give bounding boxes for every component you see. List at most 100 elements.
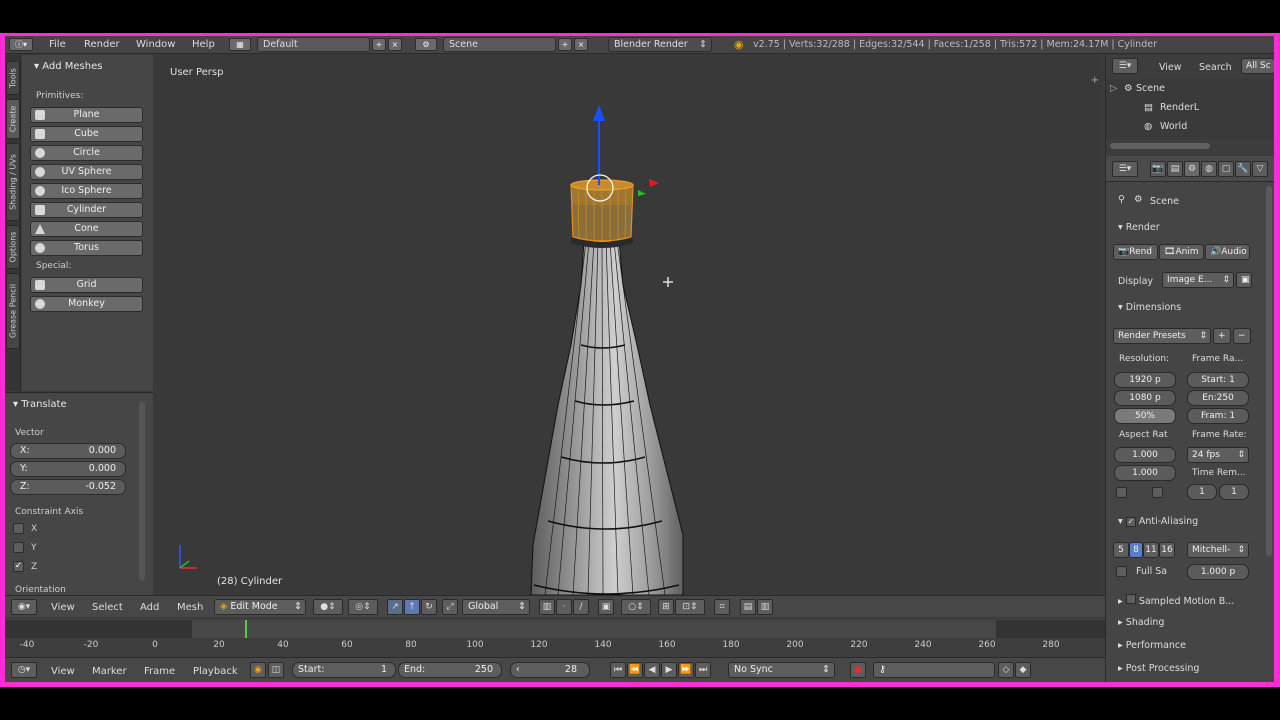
z-axis-arrow-icon[interactable] [593,105,605,121]
layout-remove-icon[interactable]: × [388,38,402,51]
border-checkbox[interactable] [1116,487,1127,498]
tab-shading-uvs[interactable]: Shading / UVs [6,143,20,221]
face-select-icon[interactable]: ▣ [598,599,614,615]
editor-type-icon[interactable]: ◷▾ [11,662,37,678]
layers-icon[interactable]: ▥ [539,599,555,615]
pin-icon[interactable]: ⚲ [1118,194,1125,205]
menu-frame[interactable]: Frame [144,666,175,677]
resolution-y-field[interactable]: 1080 p [1114,390,1176,406]
crop-checkbox[interactable] [1152,487,1163,498]
time-remap-old-field[interactable]: 1 [1187,484,1217,500]
end-frame-field[interactable]: End: 250 [398,662,502,678]
constraint-x-checkbox[interactable] [13,523,24,534]
opengl-anim-icon[interactable]: ▥ [757,599,773,615]
post-processing-panel-header[interactable]: ▸ Post Processing [1118,663,1199,674]
outliner-filter-select[interactable]: All Sc [1241,58,1274,74]
x-axis-arrow-icon[interactable] [649,179,659,187]
proportional-edit-icon[interactable]: ○⇕ [621,599,651,615]
add-meshes-header[interactable]: ▾ Add Meshes [34,61,102,72]
timeline-editor[interactable]: -40 -20 0 20 40 60 80 100 120 140 160 180 200 220 240 2… [5,617,1105,657]
vector-x-field[interactable]: X: 0.000 [10,443,126,459]
expand-icon[interactable]: ▷ [1110,83,1117,94]
render-still-button[interactable]: 📷Rend [1113,244,1158,260]
add-torus-button[interactable]: Torus [30,240,143,256]
outliner-item-renderlayers[interactable]: RenderL [1160,102,1199,113]
scene-remove-icon[interactable]: × [574,38,588,51]
sync-select[interactable]: No Sync ⇕ [728,662,835,678]
frame-step-field[interactable]: Fram: 1 [1187,408,1249,424]
aa-filter-select[interactable]: Mitchell- ⇕ [1187,542,1249,558]
full-sample-checkbox[interactable] [1116,566,1127,577]
world-tab-icon[interactable]: ◍ [1201,161,1217,177]
aspect-y-field[interactable]: 1.000 [1114,465,1176,481]
menu-mesh[interactable]: Mesh [177,602,203,613]
anti-aliasing-checkbox[interactable]: ✓ [1125,517,1136,527]
editor-type-icon[interactable]: ☰▾ [1112,161,1138,177]
insert-keyframe-icon[interactable]: ◇ [998,662,1014,678]
record-icon[interactable]: ● [850,662,866,678]
jump-end-icon[interactable]: ⏭ [695,662,711,678]
object-tab-icon[interactable]: ▢ [1218,161,1234,177]
editor-type-icon[interactable]: ⓘ▾ [9,38,33,51]
menu-playback[interactable]: Playback [193,666,238,677]
filter-size-field[interactable]: 1.000 p [1187,564,1249,580]
keying-set-field[interactable]: ⚷ [873,662,995,678]
render-engine-select[interactable]: Blender Render ⇕ [608,37,712,52]
next-keyframe-icon[interactable]: ⏩ [678,662,694,678]
scene-add-icon[interactable]: + [558,38,572,51]
menu-file[interactable]: File [49,39,66,50]
vector-z-field[interactable]: Z: -0.052 [10,479,126,495]
performance-panel-header[interactable]: ▸ Performance [1118,640,1186,651]
render-layers-tab-icon[interactable]: ▤ [1167,161,1183,177]
pivot-point-icon[interactable]: ◎⇕ [348,599,378,615]
outliner-item-world[interactable]: World [1160,121,1187,132]
opengl-render-icon[interactable]: ▤ [740,599,756,615]
mode-select[interactable]: ◈ Edit Mode ⇕ [214,599,306,615]
menu-select[interactable]: Select [92,602,123,613]
editor-type-icon[interactable]: ☰▾ [1112,58,1138,74]
snap-icon[interactable]: ⊞ [658,599,674,615]
menu-view[interactable]: View [51,666,75,677]
rotate-manipulator-icon[interactable]: ↻ [421,599,437,615]
render-audio-button[interactable]: 🔊Audio [1205,244,1250,260]
frame-rate-select[interactable]: 24 fps ⇕ [1187,447,1249,463]
dimensions-panel-header[interactable]: ▾ Dimensions [1118,302,1181,313]
current-frame-field[interactable]: ‹ 28 [510,662,590,678]
scene-field[interactable]: Scene [443,37,556,52]
jump-start-icon[interactable]: ⏮ [610,662,626,678]
translate-header[interactable]: ▾ Translate [13,399,67,410]
3d-viewport[interactable]: User Persp (28) Cylinder + [153,55,1101,595]
display-select[interactable]: Image E... ⇕ [1162,272,1234,288]
manipulator-toggle-icon[interactable]: ↗ [387,599,403,615]
aspect-x-field[interactable]: 1.000 [1114,447,1176,463]
render-panel-header[interactable]: ▾ Render [1118,222,1160,233]
aa-samples-5-button[interactable]: 5 [1113,542,1129,558]
render-animation-button[interactable]: 🎞Anim [1159,244,1204,260]
shading-panel-header[interactable]: ▸ Shading [1118,617,1164,628]
modifiers-tab-icon[interactable]: 🔧 [1235,161,1251,177]
add-cube-button[interactable]: Cube [30,126,143,142]
tab-options[interactable]: Options [6,225,20,269]
menu-view[interactable]: View [51,602,75,613]
resolution-percentage-field[interactable]: 50% [1114,408,1176,424]
outliner-menu-search[interactable]: Search [1199,62,1232,73]
keyframe-icon[interactable]: ◉ [250,662,266,678]
preset-add-icon[interactable]: + [1213,328,1231,344]
add-cone-button[interactable]: Cone [30,221,143,237]
vector-y-field[interactable]: Y: 0.000 [10,461,126,477]
outliner-menu-view[interactable]: View [1159,62,1182,73]
add-uv-sphere-button[interactable]: UV Sphere [30,164,143,180]
operator-scrollbar[interactable] [139,401,145,581]
resolution-x-field[interactable]: 1920 p [1114,372,1176,388]
anti-aliasing-panel-header[interactable]: ▾ ✓ Anti-Aliasing [1118,516,1198,527]
add-circle-button[interactable]: Circle [30,145,143,161]
editor-type-icon[interactable]: ◉▾ [11,599,37,615]
layout-field[interactable]: Default [257,37,370,52]
render-tab-icon[interactable]: 📷 [1150,161,1166,177]
3d-cursor-icon[interactable] [663,277,673,287]
frame-start-field[interactable]: Start: 1 [1187,372,1249,388]
layout-grid-icon[interactable]: ▦ [229,38,251,51]
current-frame-marker[interactable] [244,620,247,638]
menu-render[interactable]: Render [84,39,120,50]
snap-element-icon[interactable]: ⊡⇕ [675,599,705,615]
